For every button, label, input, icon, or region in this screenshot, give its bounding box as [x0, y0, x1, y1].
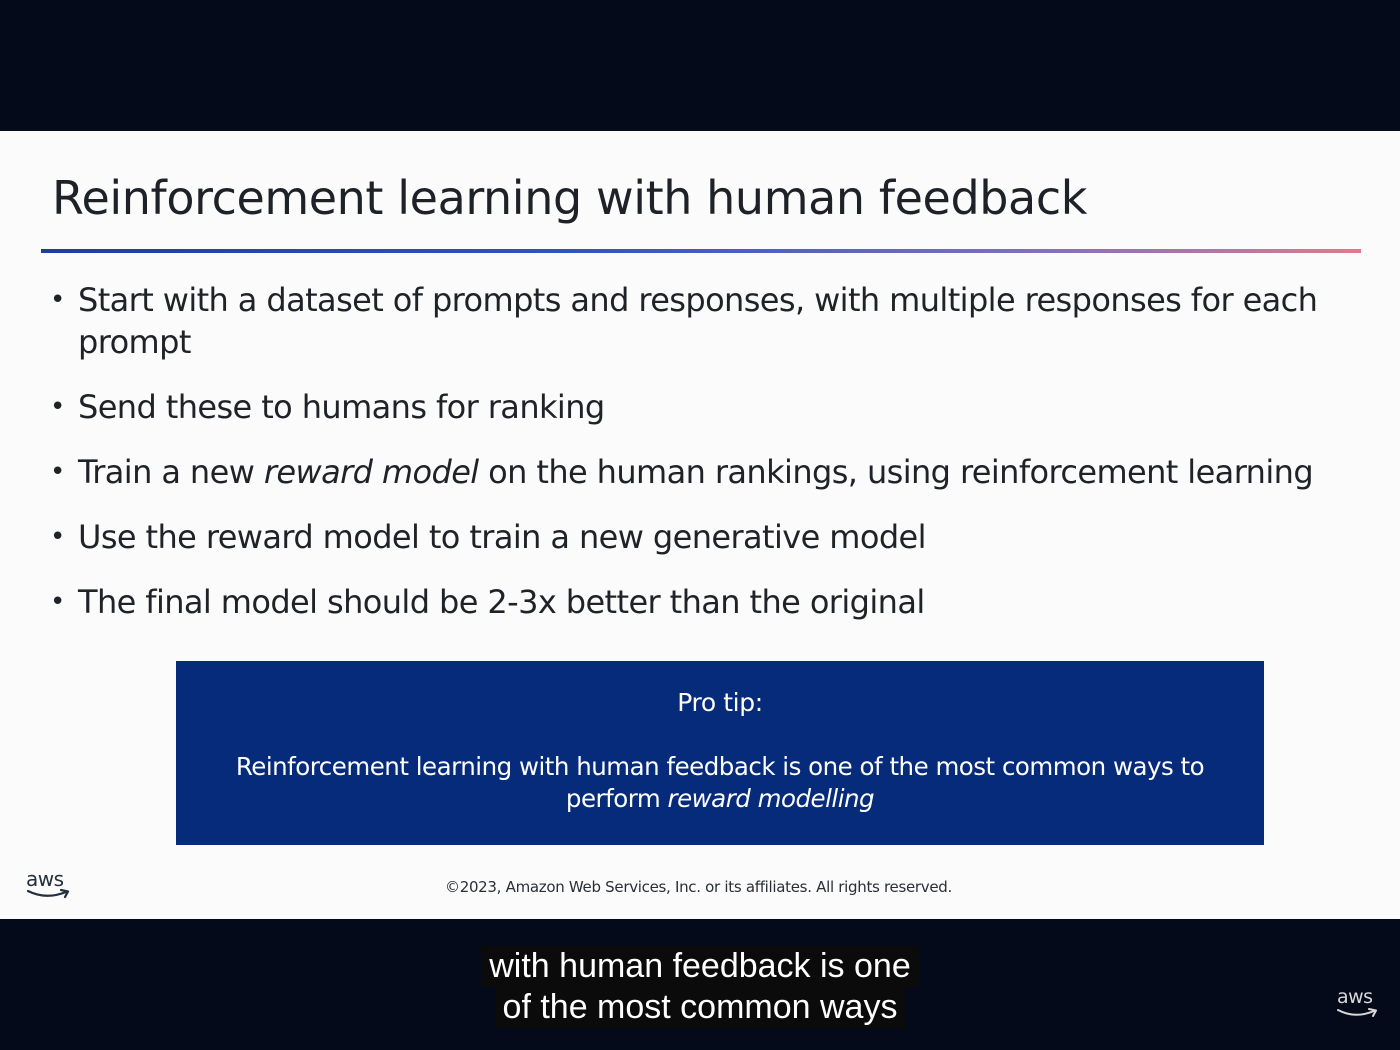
pro-tip-body: Reinforcement learning with human feedba…: [206, 751, 1234, 815]
bullet-list: • Start with a dataset of prompts and re…: [50, 279, 1370, 646]
bullet-item: • Train a new reward model on the human …: [50, 451, 1370, 493]
aws-watermark-text: aws: [1337, 986, 1373, 1008]
bullet-item: • Use the reward model to train a new ge…: [50, 516, 1370, 558]
bullet-text: Send these to humans for ranking: [78, 388, 605, 426]
bullet-text: Use the reward model to train a new gene…: [78, 518, 927, 556]
aws-smile-icon: [26, 888, 70, 899]
caption-line: with human feedback is one: [481, 946, 919, 987]
pro-tip-box: Pro tip: Reinforcement learning with hum…: [176, 661, 1264, 845]
aws-watermark-icon: aws: [1336, 986, 1380, 1020]
bullet-dot-icon: •: [50, 285, 65, 315]
bullet-text: The final model should be 2-3x better th…: [78, 583, 925, 621]
bullet-text-emphasis: reward model: [263, 453, 479, 491]
bullet-item: • Start with a dataset of prompts and re…: [50, 279, 1370, 363]
pro-tip-body-emphasis: reward modelling: [667, 784, 875, 813]
bullet-dot-icon: •: [50, 587, 65, 617]
bullet-item: • Send these to humans for ranking: [50, 386, 1370, 428]
bullet-text: Start with a dataset of prompts and resp…: [78, 281, 1318, 361]
bullet-text-pre: Train a new: [78, 453, 264, 491]
slide: Reinforcement learning with human feedba…: [0, 131, 1400, 919]
bullet-dot-icon: •: [50, 522, 65, 552]
pro-tip-heading: Pro tip:: [677, 688, 763, 717]
caption-overlay: with human feedback is one of the most c…: [0, 946, 1400, 1028]
caption-line: of the most common ways: [494, 987, 906, 1028]
bullet-text-post: on the human rankings, using reinforceme…: [478, 453, 1314, 491]
bullet-dot-icon: •: [50, 392, 65, 422]
bullet-item: • The final model should be 2-3x better …: [50, 581, 1370, 623]
copyright-notice: ©2023, Amazon Web Services, Inc. or its …: [445, 878, 952, 896]
aws-smile-icon: [1337, 1008, 1377, 1017]
bullet-dot-icon: •: [50, 457, 65, 487]
slide-title: Reinforcement learning with human feedba…: [52, 171, 1087, 225]
aws-logo-icon: aws: [26, 867, 74, 903]
title-rule: [41, 249, 1361, 253]
video-frame: Reinforcement learning with human feedba…: [0, 0, 1400, 1050]
